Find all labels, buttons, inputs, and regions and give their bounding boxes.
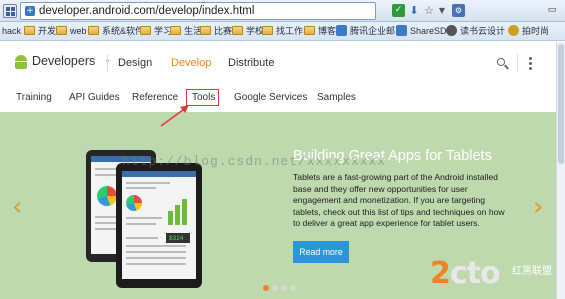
bookmark-folder[interactable]: 生活 [170,25,202,38]
bookmark-folder[interactable]: 开发 [24,25,56,38]
bookmark-label: 开发 [38,26,57,36]
bookmark-item[interactable]: hack [2,25,21,38]
bookmark-folder[interactable]: web [56,25,87,38]
bookmarks-bar: hack 开发 web 系统&软件 学习 生活 比赛 学校 找工作 博客 腾讯企… [0,22,565,41]
bookmark-folder[interactable]: 比赛 [200,25,232,38]
bookmark-label: 读书云设计 [460,26,506,36]
header-divider [517,54,518,72]
bookmark-label: 博客 [318,26,337,36]
header-divider [107,54,108,72]
read-more-button[interactable]: Read more [293,241,349,263]
carousel-dot[interactable] [263,285,269,291]
bookmark-label: 腾讯企业邮 [350,26,396,36]
bookmark-item[interactable]: 读书云设计 [446,25,505,38]
share-icon [396,25,407,36]
more-vert-icon[interactable] [529,57,532,70]
carousel-next-icon[interactable]: › [533,194,543,220]
carousel-dot[interactable] [272,285,278,291]
bookmark-star-icon[interactable]: ☆ [423,4,435,17]
extension-icon[interactable]: ⚙ [452,4,465,17]
carousel-prev-icon[interactable]: ‹ [12,194,22,220]
watermark-url: http://blog.csdn.net/xxxxxxxxx [122,154,387,169]
nav-develop[interactable]: Develop [171,57,211,69]
folder-icon [304,26,315,35]
annotation-arrow [160,105,189,127]
bookmark-label: 比赛 [214,26,233,36]
folder-icon [88,26,99,35]
bookmark-label: hack [2,26,22,36]
carousel-dot[interactable] [290,285,296,291]
carousel-dot[interactable] [281,285,287,291]
folder-icon [232,26,243,35]
bookmark-item[interactable]: 腾讯企业邮 [336,25,395,38]
nav-distribute[interactable]: Distribute [228,57,274,69]
bookmark-label: web [70,26,87,36]
2cto-logo: 2cto 红黑联盟 [430,256,565,299]
bookmark-folder[interactable]: 学习 [140,25,172,38]
address-bar[interactable]: + developer.android.com/develop/index.ht… [20,2,376,20]
logo-main-text: 2cto [430,256,501,291]
page-scrollbar[interactable] [556,42,565,299]
subnav-training[interactable]: Training [16,92,52,103]
site-header: Developers ⌄ Design Develop Distribute [0,42,556,86]
window-control-icon[interactable]: ▭ [545,4,559,17]
tablet-image-front: $324 [116,163,202,288]
subnav-google-services[interactable]: Google Services [234,92,307,103]
folder-icon [24,26,35,35]
fashion-icon [508,25,519,36]
bookmark-folder[interactable]: 学校 [232,25,264,38]
bookmark-folder[interactable]: 博客 [304,25,336,38]
bookmark-item[interactable]: 拍时尚 [508,25,549,38]
mail-icon [336,25,347,36]
folder-icon [262,26,273,35]
folder-icon [200,26,211,35]
subnav-api-guides[interactable]: API Guides [69,92,120,103]
bookmark-item[interactable]: ShareSD [396,25,447,38]
search-icon[interactable] [497,58,509,70]
folder-icon [170,26,181,35]
site-favicon-icon: + [25,6,35,16]
bookmark-label: 找工作 [276,26,304,36]
address-url[interactable]: developer.android.com/develop/index.html [39,5,254,17]
scrollbar-thumb[interactable] [558,44,564,164]
dropdown-arrow-icon[interactable]: ▼ [437,4,447,17]
security-shield-icon[interactable]: ✓ [392,4,405,17]
reader-icon [446,25,457,36]
folder-icon [140,26,151,35]
subnav-samples[interactable]: Samples [317,92,356,103]
hero-description: Tablets are a fast-growing part of the A… [293,172,505,229]
bookmark-folder[interactable]: 找工作 [262,25,303,38]
folder-icon [56,26,67,35]
logo-cn-text: 红黑联盟 [512,266,552,277]
bookmark-folder[interactable]: 系统&软件 [88,25,144,38]
download-icon[interactable]: ⬇ [408,4,420,17]
bookmark-label: 拍时尚 [522,26,550,36]
subnav-reference[interactable]: Reference [132,92,178,103]
browser-menu-icon[interactable] [3,4,17,18]
android-robot-icon [14,55,28,69]
sub-nav: Training API Guides Reference Tools Goog… [0,86,556,111]
nav-design[interactable]: Design [118,57,152,69]
bookmark-label: 系统&软件 [102,26,145,36]
browser-toolbar: + developer.android.com/develop/index.ht… [0,0,565,22]
site-title[interactable]: Developers [32,54,95,68]
bookmark-label: ShareSD [410,26,447,36]
